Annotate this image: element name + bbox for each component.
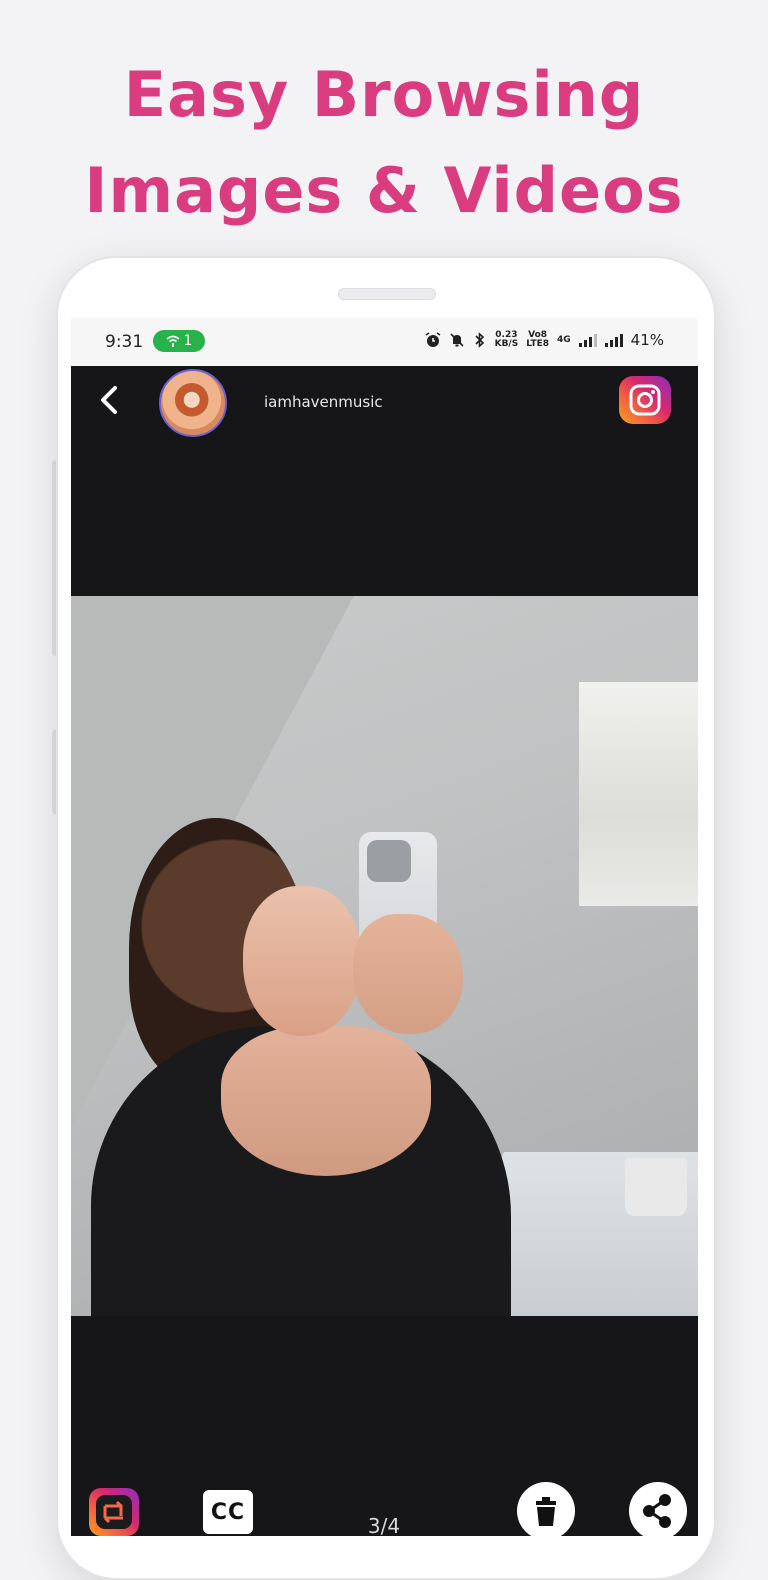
signal-icon <box>604 333 623 347</box>
mute-icon <box>449 332 465 348</box>
app-bar: iamhavenmusic <box>71 366 698 437</box>
back-button[interactable] <box>91 380 131 420</box>
hotspot-badge: 1 <box>153 330 205 352</box>
headline-line-1: Easy Browsing <box>123 58 645 131</box>
battery-level: 41% <box>630 331 664 349</box>
username[interactable]: iamhavenmusic <box>264 393 383 411</box>
photo-phone-cameras <box>367 840 411 882</box>
bluetooth-icon <box>473 332 487 348</box>
alarm-icon <box>425 332 441 348</box>
chevron-left-icon <box>101 386 117 414</box>
photo-face <box>243 886 361 1036</box>
photo-bin <box>625 1158 687 1216</box>
network-type: 4G <box>557 334 571 345</box>
photo-neck <box>221 1026 431 1176</box>
post-image[interactable] <box>71 596 698 1316</box>
share-icon <box>643 1494 671 1528</box>
phone-speaker <box>338 288 436 300</box>
status-bar: 9:31 1 0.23 KB/S Vo8 LTE8 4G 41% <box>71 318 698 366</box>
volte-bottom: LTE8 <box>526 339 549 349</box>
headline-line-2: Images & Videos <box>84 154 684 227</box>
status-icons: 0.23 KB/S Vo8 LTE8 4G 41% <box>425 331 664 349</box>
phone-screen: 9:31 1 0.23 KB/S Vo8 LTE8 4G 41% iamhave… <box>71 318 698 1536</box>
share-button[interactable] <box>629 1482 687 1536</box>
hotspot-icon <box>166 335 180 347</box>
photo-window <box>579 682 698 906</box>
hotspot-count: 1 <box>183 333 193 349</box>
repost-button[interactable] <box>89 1488 139 1536</box>
photo-hand <box>353 914 463 1034</box>
media-counter: 3/4 <box>367 1514 401 1536</box>
status-time: 9:31 <box>105 332 144 352</box>
volte-indicator: Vo8 LTE8 <box>526 331 549 349</box>
instagram-icon <box>629 384 661 416</box>
delete-button[interactable] <box>517 1482 575 1536</box>
trash-icon <box>536 1497 556 1526</box>
captions-button[interactable]: CC <box>203 1490 253 1534</box>
avatar[interactable] <box>159 369 227 437</box>
instagram-button[interactable] <box>619 376 671 424</box>
net-speed-unit: KB/S <box>494 339 519 349</box>
repost-icon <box>96 1495 132 1529</box>
signal-icon <box>578 333 597 347</box>
net-speed: 0.23 KB/S <box>495 331 519 349</box>
bottom-toolbar: CC 3/4 <box>71 1468 698 1536</box>
